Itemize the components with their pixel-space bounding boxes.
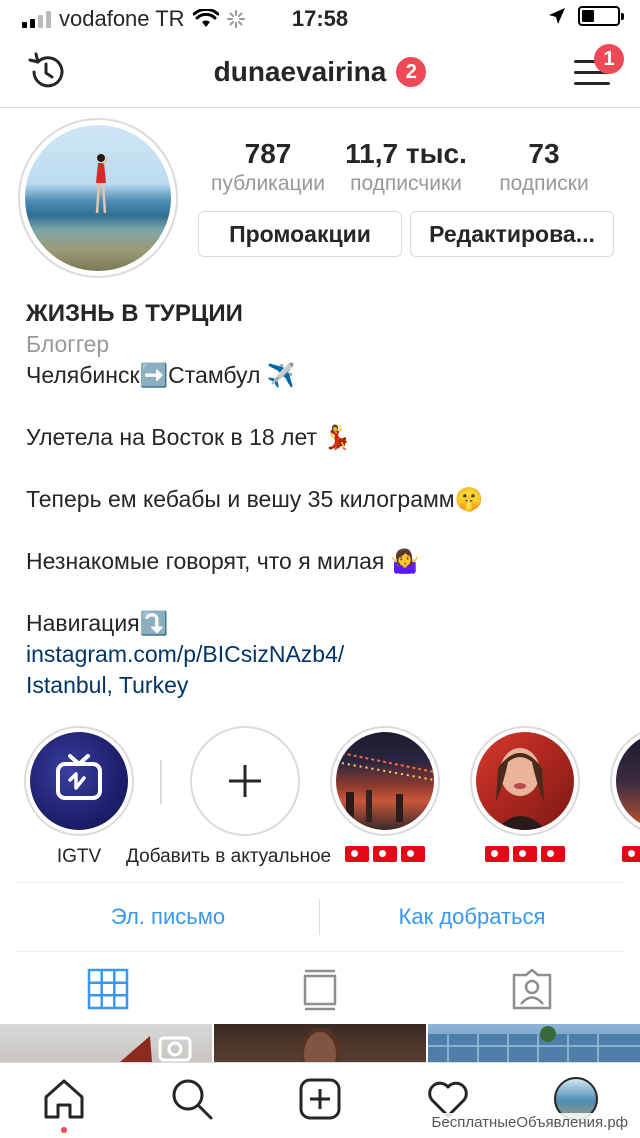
posts-stat[interactable]: 787 публикации	[196, 138, 340, 196]
bottom-navigation: БесплатныеОбъявления.рф	[0, 1062, 640, 1138]
bio-location[interactable]: Istanbul, Turkey	[26, 670, 616, 701]
highlight-thumbnail-street	[336, 751, 434, 822]
avatar-person-figure	[95, 154, 109, 214]
menu-notification-badge: 1	[594, 44, 624, 74]
highlight-add-new[interactable]: Добавить в актуальное	[126, 726, 331, 868]
highlight-thumbnail-selfie	[496, 748, 546, 830]
photo-content	[300, 1027, 342, 1062]
profile-category: Блоггер	[26, 331, 110, 357]
following-count: 73	[528, 138, 560, 169]
watermark-text: БесплатныеОбъявления.рф	[427, 1113, 632, 1132]
tagged-view-icon[interactable]	[510, 967, 554, 1011]
battery-icon	[578, 6, 624, 26]
profile-avatar[interactable]	[18, 118, 178, 278]
posts-count: 787	[244, 138, 292, 169]
followers-label: подписчики	[350, 172, 462, 195]
search-icon[interactable]	[170, 1077, 214, 1121]
home-activity-dot	[61, 1127, 67, 1133]
highlight-flags	[610, 846, 640, 862]
following-label: подписки	[499, 172, 589, 195]
status-time: 17:58	[291, 6, 349, 31]
photo-content	[428, 1026, 640, 1062]
igtv-icon	[56, 754, 102, 800]
home-icon[interactable]	[42, 1077, 86, 1121]
bio-line-navigation: Навигация⤵️	[26, 610, 169, 636]
photo-grid	[0, 1024, 640, 1062]
location-arrow-icon	[549, 8, 565, 24]
highlight-flags	[330, 846, 440, 862]
promotions-button[interactable]: Промоакции	[198, 211, 402, 257]
highlight-igtv[interactable]: IGTV	[24, 726, 134, 868]
bio-line-food: Теперь ем кебабы и вешу 35 килограмм🤫	[26, 486, 484, 512]
plus-icon	[229, 765, 261, 797]
bio-line-cute: Незнакомые говорят, что я милая 🤷‍♀️	[26, 548, 420, 574]
photo-content	[120, 1036, 192, 1062]
story-highlights: IGTV Добавить в актуальное	[0, 722, 640, 872]
highlight-flags	[470, 846, 580, 862]
status-bar: vodafone TR 17:58	[0, 0, 640, 36]
profile-bio: ЖИЗНЬ В ТУРЦИИ Блоггер Челябинск➡️Стамбу…	[26, 298, 616, 701]
grid-photo[interactable]	[428, 1024, 640, 1062]
highlight-turkey-2[interactable]	[470, 726, 580, 862]
account-notification-badge: 2	[396, 57, 427, 87]
posts-label: публикации	[211, 172, 325, 195]
followers-stat[interactable]: 11,7 тыс. подписчики	[336, 138, 476, 196]
following-stat[interactable]: 73 подписки	[484, 138, 604, 196]
edit-profile-button[interactable]: Редактирова...	[410, 211, 614, 257]
profile-header: dunaevairina 2 1	[0, 36, 640, 108]
feed-view-icon[interactable]	[298, 967, 342, 1011]
contact-options: Эл. письмо Как добраться	[16, 882, 624, 952]
bio-line-moved: Улетела на Восток в 18 лет 💃	[26, 424, 353, 450]
new-post-icon[interactable]	[298, 1077, 342, 1121]
directions-button[interactable]: Как добраться	[320, 883, 624, 951]
grid-view-icon[interactable]	[86, 967, 130, 1011]
highlight-label: Добавить в актуальное	[126, 846, 332, 867]
email-button[interactable]: Эл. письмо	[16, 883, 320, 951]
grid-photo[interactable]	[214, 1024, 426, 1062]
highlights-divider	[160, 760, 162, 804]
profile-view-tabs	[0, 955, 640, 1023]
bio-link[interactable]: instagram.com/p/BICsizNAzb4/	[26, 639, 616, 670]
followers-count: 11,7 тыс.	[345, 138, 467, 169]
username-title[interactable]: dunaevairina	[214, 56, 387, 88]
highlight-label: IGTV	[56, 846, 102, 867]
profile-name: ЖИЗНЬ В ТУРЦИИ	[26, 300, 243, 327]
highlight-turkey-3[interactable]	[610, 726, 640, 862]
highlight-turkey-1[interactable]	[330, 726, 440, 862]
bio-line-origin: Челябинск➡️Стамбул ✈️	[26, 362, 296, 388]
grid-photo[interactable]	[0, 1024, 212, 1062]
